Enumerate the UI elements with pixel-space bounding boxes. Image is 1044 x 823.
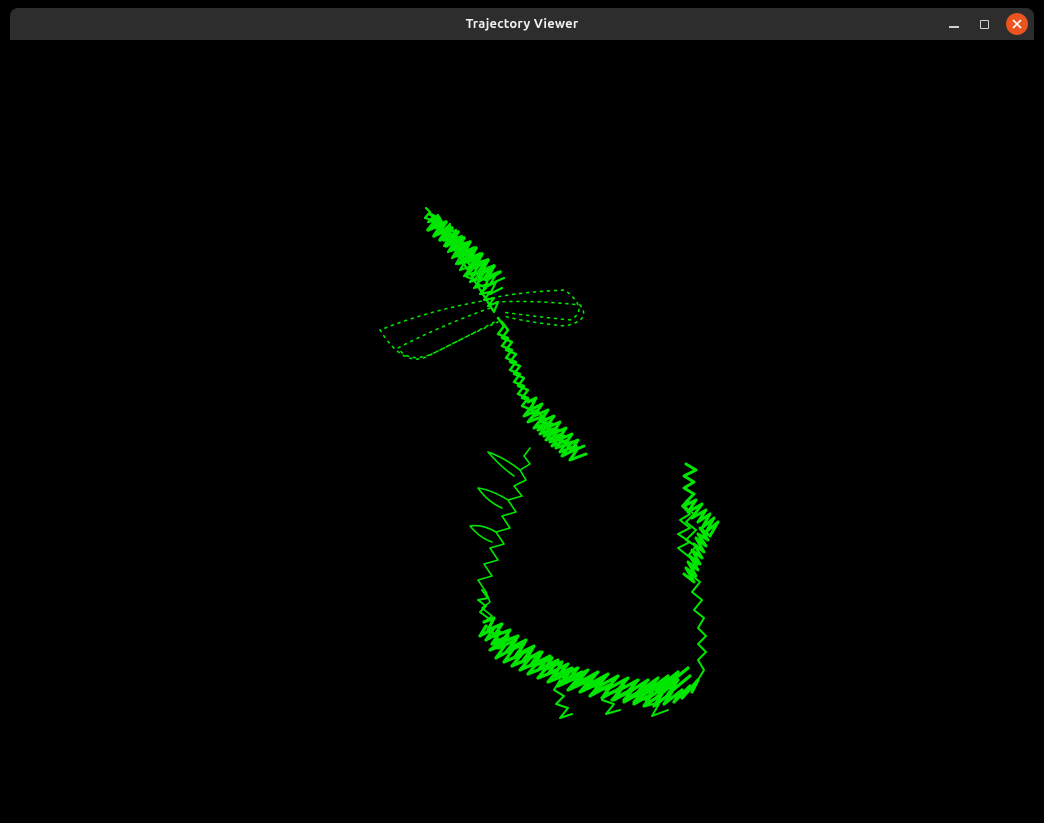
window-titlebar: Trajectory Viewer [10, 8, 1034, 40]
close-button[interactable] [1006, 13, 1028, 35]
trajectory-plot [10, 40, 1034, 823]
window-controls [946, 13, 1028, 35]
minimize-icon [949, 26, 959, 28]
maximize-icon [980, 20, 989, 29]
minimize-button[interactable] [946, 14, 962, 34]
maximize-button[interactable] [976, 14, 992, 34]
close-icon [1012, 19, 1022, 29]
trajectory-canvas[interactable] [10, 40, 1034, 823]
window-title: Trajectory Viewer [466, 17, 579, 31]
